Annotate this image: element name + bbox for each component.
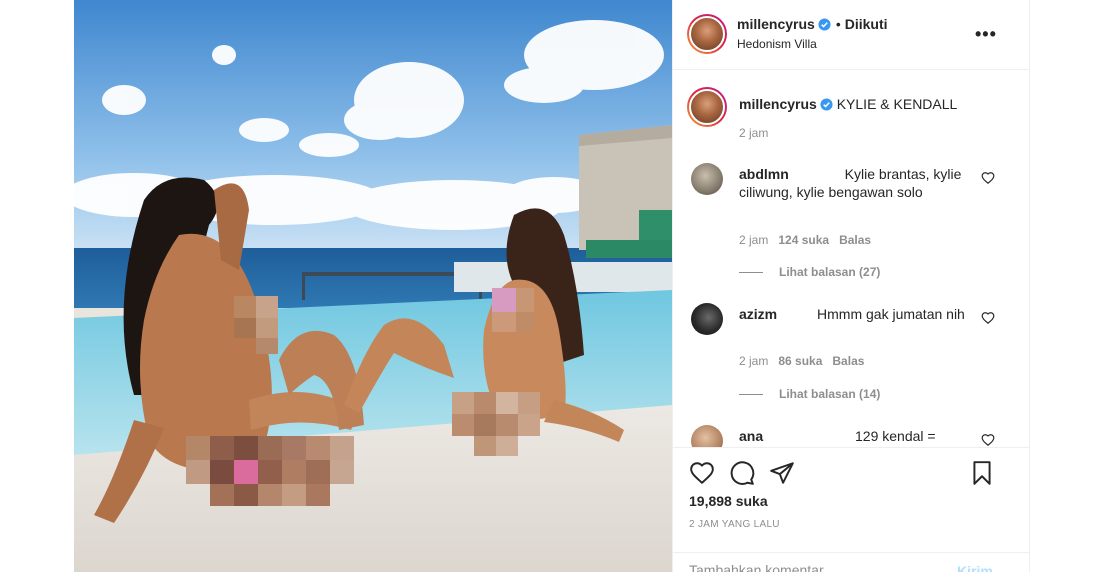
post-photo[interactable] — [74, 0, 672, 572]
like-comment-heart-icon[interactable] — [981, 311, 995, 325]
replies-divider — [739, 394, 763, 396]
post-side-panel: millencyrus • Diikuti Hedonism Villa ••• m… — [672, 0, 1030, 572]
share-icon[interactable] — [769, 460, 795, 486]
follow-status-button[interactable]: Diikuti — [845, 16, 888, 32]
like-comment-heart-icon[interactable] — [981, 433, 995, 447]
comments-list[interactable]: millencyrus KYLIE & KENDALL 2 jam abdlmn… — [673, 71, 1029, 447]
caption-avatar[interactable] — [687, 87, 727, 127]
post-photo-illustration — [74, 0, 672, 572]
comment-likes[interactable]: 86 suka — [778, 354, 822, 368]
separator-dot: • — [835, 16, 841, 32]
comment-text: azizm Hmmm gak jumatan nih — [739, 305, 979, 323]
author-username[interactable]: millencyrus — [737, 16, 815, 32]
commenter-avatar[interactable] — [691, 425, 723, 447]
add-comment-bar: Kirim — [673, 552, 1029, 572]
comment-username[interactable]: ana — [739, 428, 763, 444]
add-comment-input[interactable] — [689, 562, 949, 572]
comment-username[interactable]: azizm — [739, 306, 777, 322]
post-comment-button[interactable]: Kirim — [957, 563, 993, 572]
caption-body: KYLIE & KENDALL — [836, 96, 958, 112]
commenter-avatar[interactable] — [691, 163, 723, 195]
comment-meta: 2 jam 86 suka Balas — [739, 354, 864, 368]
location-link[interactable]: Hedonism Villa — [737, 37, 817, 51]
verified-badge-icon — [820, 98, 833, 111]
view-replies-button[interactable]: Lihat balasan (27) — [739, 265, 880, 279]
post-actions: 19,898 suka 2 JAM YANG LALU Kirim — [673, 447, 1029, 572]
comment-body: Hmmm gak jumatan nih — [817, 306, 965, 322]
reply-button[interactable]: Balas — [832, 354, 864, 368]
comment-meta: 2 jam 124 suka Balas — [739, 233, 871, 247]
view-replies-label: Lihat balasan (27) — [779, 265, 881, 279]
comment-icon[interactable] — [729, 460, 755, 486]
heart-icon[interactable] — [689, 460, 715, 486]
instagram-post-modal: millencyrus • Diikuti Hedonism Villa ••• m… — [0, 0, 1102, 572]
reply-button[interactable]: Balas — [839, 233, 871, 247]
verified-badge-icon — [818, 18, 831, 31]
view-replies-button[interactable]: Lihat balasan (14) — [739, 387, 880, 401]
post-timestamp: 2 JAM YANG LALU — [689, 519, 780, 530]
view-replies-label: Lihat balasan (14) — [779, 387, 881, 401]
backdrop-left — [0, 0, 74, 572]
comment-time: 2 jam — [739, 233, 769, 247]
comment-text: abdlmn Kylie brantas, kylie ciliwung, ky… — [739, 165, 979, 201]
comment-body: 129 kendal = — [855, 428, 936, 444]
more-horizontal-icon[interactable]: ••• — [975, 24, 997, 45]
post-header: millencyrus • Diikuti Hedonism Villa ••• — [673, 0, 1029, 70]
caption-text: millencyrus KYLIE & KENDALL — [739, 95, 979, 113]
backdrop-right — [1030, 0, 1102, 572]
author-avatar[interactable] — [687, 14, 727, 54]
likes-count[interactable]: 19,898 suka — [689, 493, 768, 509]
comment-time: 2 jam — [739, 354, 769, 368]
comment-likes[interactable]: 124 suka — [778, 233, 829, 247]
comment-username[interactable]: abdlmn — [739, 166, 789, 182]
comment-text: ana 129 kendal = — [739, 427, 979, 445]
replies-divider — [739, 272, 763, 274]
like-comment-heart-icon[interactable] — [981, 171, 995, 185]
caption-username[interactable]: millencyrus — [739, 96, 817, 112]
bookmark-icon[interactable] — [969, 460, 995, 486]
author-line: millencyrus • Diikuti — [737, 16, 888, 32]
commenter-avatar[interactable] — [691, 303, 723, 335]
caption-time: 2 jam — [739, 126, 769, 140]
